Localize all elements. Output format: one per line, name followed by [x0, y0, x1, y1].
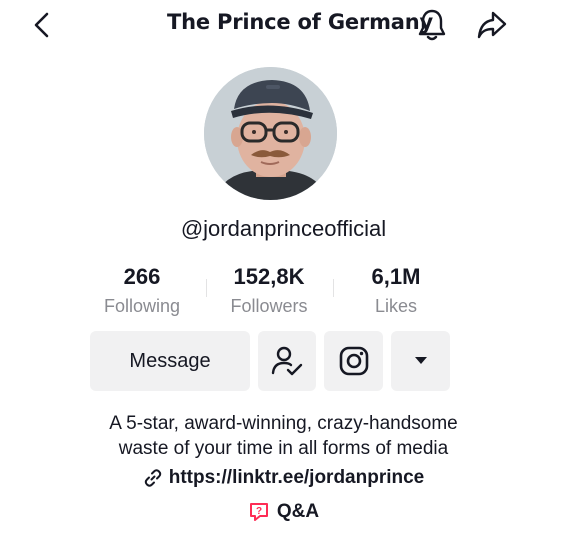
likes-label: Likes	[374, 296, 418, 316]
question-bubble-icon: ?	[249, 503, 268, 521]
following-button[interactable]	[258, 331, 316, 391]
following-count: 266	[123, 264, 161, 289]
back-button[interactable]	[24, 8, 60, 42]
bio-line: A 5-star, award-winning, crazy-handsome	[109, 413, 458, 434]
following-stat[interactable]: 266 Following	[72, 264, 212, 318]
instagram-icon	[339, 346, 368, 376]
username: @jordanprinceofficial	[180, 216, 387, 241]
notification-bell-button[interactable]	[412, 6, 452, 44]
link-url[interactable]: https://linktr.ee/jordanprince	[169, 467, 425, 489]
likes-count: 6,1M	[371, 264, 421, 289]
qa-label[interactable]: Q&A	[277, 501, 319, 523]
followers-label: Followers	[230, 296, 308, 316]
message-button[interactable]: Message	[90, 331, 250, 391]
bio: A 5-star, award-winning, crazy-handsome …	[0, 411, 567, 461]
bell-icon	[418, 9, 446, 41]
avatar[interactable]	[204, 67, 337, 200]
instagram-button[interactable]	[324, 331, 383, 391]
qa-link[interactable]: ? Q&A	[0, 501, 567, 523]
profile-photo	[204, 67, 337, 200]
profile-header: The Prince of Germany	[0, 0, 567, 50]
user-check-icon	[271, 346, 303, 376]
link-icon	[144, 469, 161, 487]
followers-stat[interactable]: 152,8K Followers	[199, 264, 339, 318]
following-label: Following	[103, 296, 181, 316]
more-options-button[interactable]	[391, 331, 450, 391]
followers-count: 152,8K	[233, 264, 305, 289]
chevron-left-icon	[34, 12, 49, 38]
bio-link[interactable]: https://linktr.ee/jordanprince	[0, 467, 567, 489]
caret-down-icon	[414, 357, 427, 364]
svg-text:?: ?	[256, 506, 262, 517]
profile-stats: 266 Following 152,8K Followers 6,1M Like…	[78, 264, 478, 322]
share-button[interactable]	[472, 6, 512, 44]
likes-stat[interactable]: 6,1M Likes	[326, 264, 466, 318]
bio-line: waste of your time in all forms of media	[118, 438, 449, 459]
share-arrow-icon	[477, 11, 507, 39]
